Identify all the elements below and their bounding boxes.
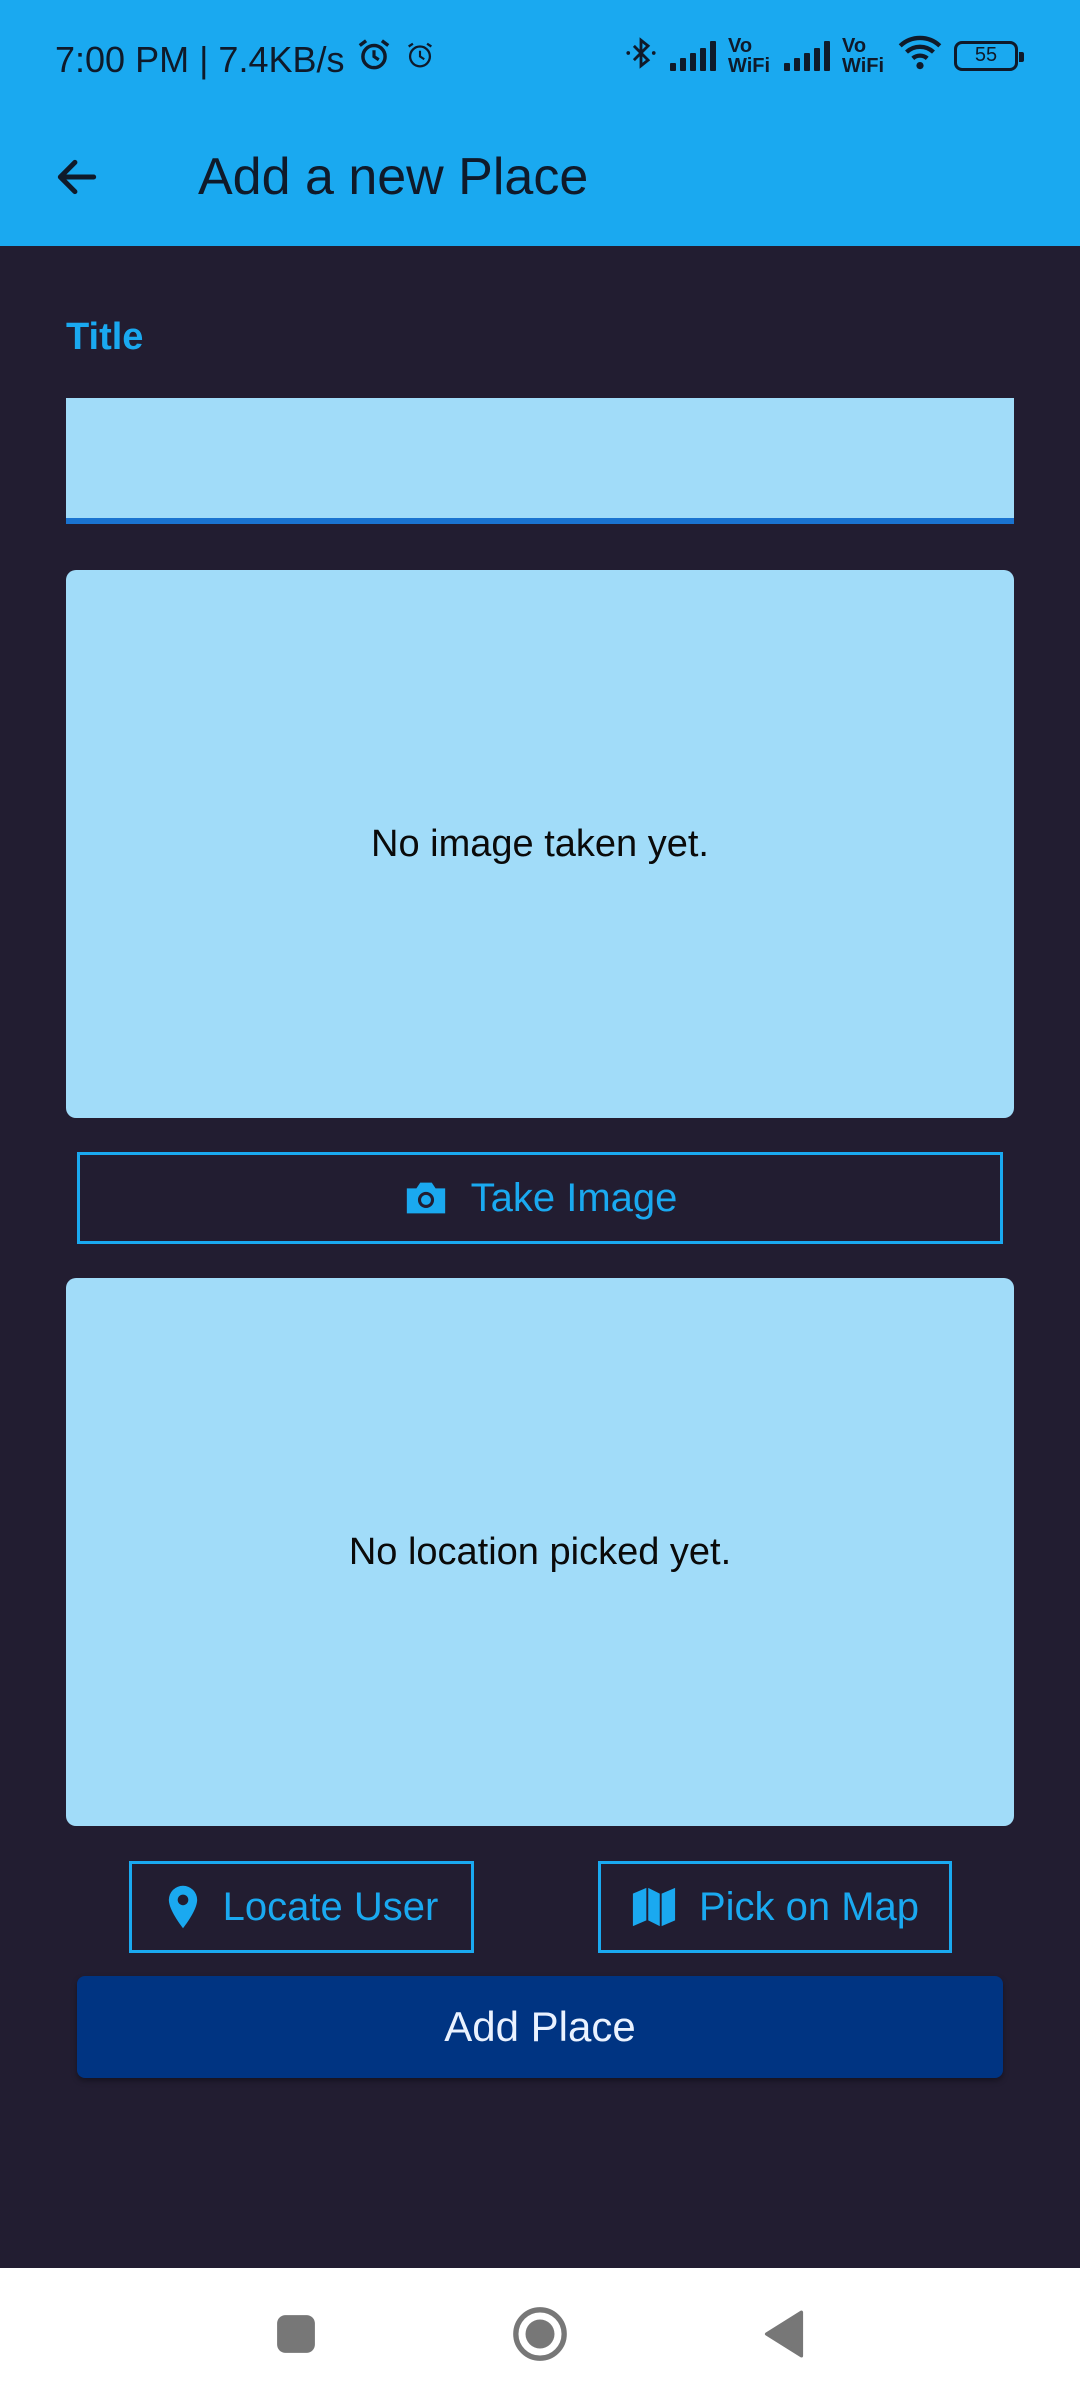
vowifi-label: Vo WiFi bbox=[728, 34, 771, 77]
page-title: Add a new Place bbox=[198, 148, 589, 206]
location-placeholder-text: No location picked yet. bbox=[348, 1530, 732, 1573]
status-bar: 7:00 PM | 7.4KB/s Vo WiFi Vo WiFi 55 bbox=[0, 0, 1080, 118]
signal-icon bbox=[784, 40, 830, 71]
back-triangle-icon bbox=[764, 2310, 804, 2358]
back-nav-button[interactable] bbox=[748, 2298, 820, 2370]
take-image-label: Take Image bbox=[470, 1175, 678, 1220]
pick-on-map-button[interactable]: Pick on Map bbox=[598, 1861, 952, 1953]
recents-button[interactable] bbox=[260, 2298, 332, 2370]
locate-user-label: Locate User bbox=[222, 1884, 439, 1929]
signal-icon bbox=[670, 40, 716, 71]
recents-square-icon bbox=[277, 2315, 315, 2353]
bluetooth-icon bbox=[624, 34, 658, 77]
home-button[interactable] bbox=[504, 2298, 576, 2370]
alarm-outline-icon bbox=[403, 38, 437, 81]
location-pin-icon bbox=[168, 1885, 197, 1929]
app-bar: Add a new Place bbox=[0, 118, 1080, 246]
vowifi-label: Vo WiFi bbox=[842, 34, 885, 77]
map-icon bbox=[632, 1887, 676, 1927]
pick-on-map-label: Pick on Map bbox=[698, 1884, 920, 1929]
title-field-label: Title bbox=[66, 316, 144, 358]
alarm-icon bbox=[355, 36, 393, 83]
add-place-button[interactable]: Add Place bbox=[77, 1976, 1003, 2078]
system-nav-bar bbox=[0, 2268, 1080, 2400]
home-circle-icon bbox=[513, 2307, 567, 2361]
battery-level: 55 bbox=[974, 44, 998, 66]
image-placeholder-text: No image taken yet. bbox=[371, 822, 709, 865]
title-input[interactable] bbox=[66, 398, 1014, 524]
arrow-back-icon bbox=[57, 159, 97, 195]
location-preview: No location picked yet. bbox=[66, 1278, 1014, 1826]
battery-icon: 55 bbox=[954, 40, 1024, 71]
camera-icon bbox=[406, 1182, 445, 1214]
image-preview: No image taken yet. bbox=[66, 570, 1014, 1118]
locate-user-button[interactable]: Locate User bbox=[129, 1861, 474, 1953]
add-place-label: Add Place bbox=[444, 2003, 636, 2050]
back-button[interactable] bbox=[42, 142, 112, 212]
status-time-speed: 7:00 PM | 7.4KB/s bbox=[55, 38, 345, 80]
wifi-icon bbox=[898, 35, 942, 76]
take-image-button[interactable]: Take Image bbox=[77, 1152, 1003, 1244]
